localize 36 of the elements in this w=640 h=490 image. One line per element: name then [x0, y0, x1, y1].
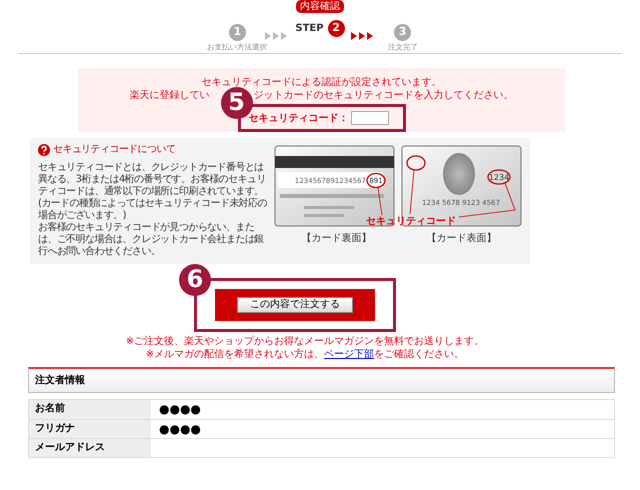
code-circle	[487, 169, 511, 185]
order-button[interactable]: この内容で注文する	[237, 297, 353, 313]
arrows-icon	[265, 32, 288, 40]
callout-number: 6	[179, 264, 211, 296]
info-paragraph: セキュリティコードとは、クレジットカード番号とは異なる、3桁または4桁の番号です。お客様のセキュリティコードは、通常以下の場所に印刷されています。(カードの種類によってはセキュリティコード未対応の場合がございます。)	[38, 162, 268, 222]
card-caption: 【カード表面】	[426, 232, 496, 245]
step-label: STEP	[295, 22, 324, 35]
message-text: 楽天に登録してい	[130, 89, 210, 102]
notice-text: ※ご注文後、楽天やショップからお得なメールマガジンを無料でお送りします。	[124, 335, 486, 348]
step-number: 1	[228, 24, 246, 41]
field-label: フリガナ	[29, 420, 151, 438]
message-text: ジットカードのセキュリティコードを入力してください。	[254, 89, 514, 102]
arrows-icon	[350, 32, 373, 40]
security-code-field[interactable]	[350, 111, 388, 125]
field-value: ●●●●	[158, 421, 202, 438]
help-icon	[38, 144, 50, 156]
info-title: セキュリティコードについて	[53, 144, 176, 156]
step-number: 2	[328, 20, 345, 37]
step-number: 3	[394, 24, 412, 41]
code-circle	[366, 172, 386, 188]
leader-line	[378, 188, 382, 216]
leader-line	[410, 170, 414, 214]
code-circle	[406, 155, 426, 171]
page-bottom-link[interactable]: ページ下部	[324, 349, 374, 360]
code-label: セキュリティコード	[366, 216, 456, 227]
step-tooltip: 内容確認	[296, 0, 344, 13]
field-label: メールアドレス	[29, 439, 151, 457]
message-text: セキュリティコードによる認証が設定されています。	[200, 76, 442, 89]
section-header: 注文者情報	[28, 367, 615, 393]
field-label: お名前	[29, 400, 151, 419]
card-caption: 【カード裏面】	[302, 232, 372, 245]
field-value: ●●●●	[158, 401, 202, 418]
notice-text: ※メルマガの配信を希望されない方は、ページ下部をご確認ください。	[144, 348, 466, 361]
info-paragraph: お客様のセキュリティコードが見つからない、または、ご不明な場合は、クレジットカード会社または銀行へお問い合わせください。	[38, 222, 265, 258]
leader-line	[458, 182, 516, 218]
security-code-sample: 1234	[488, 173, 510, 182]
